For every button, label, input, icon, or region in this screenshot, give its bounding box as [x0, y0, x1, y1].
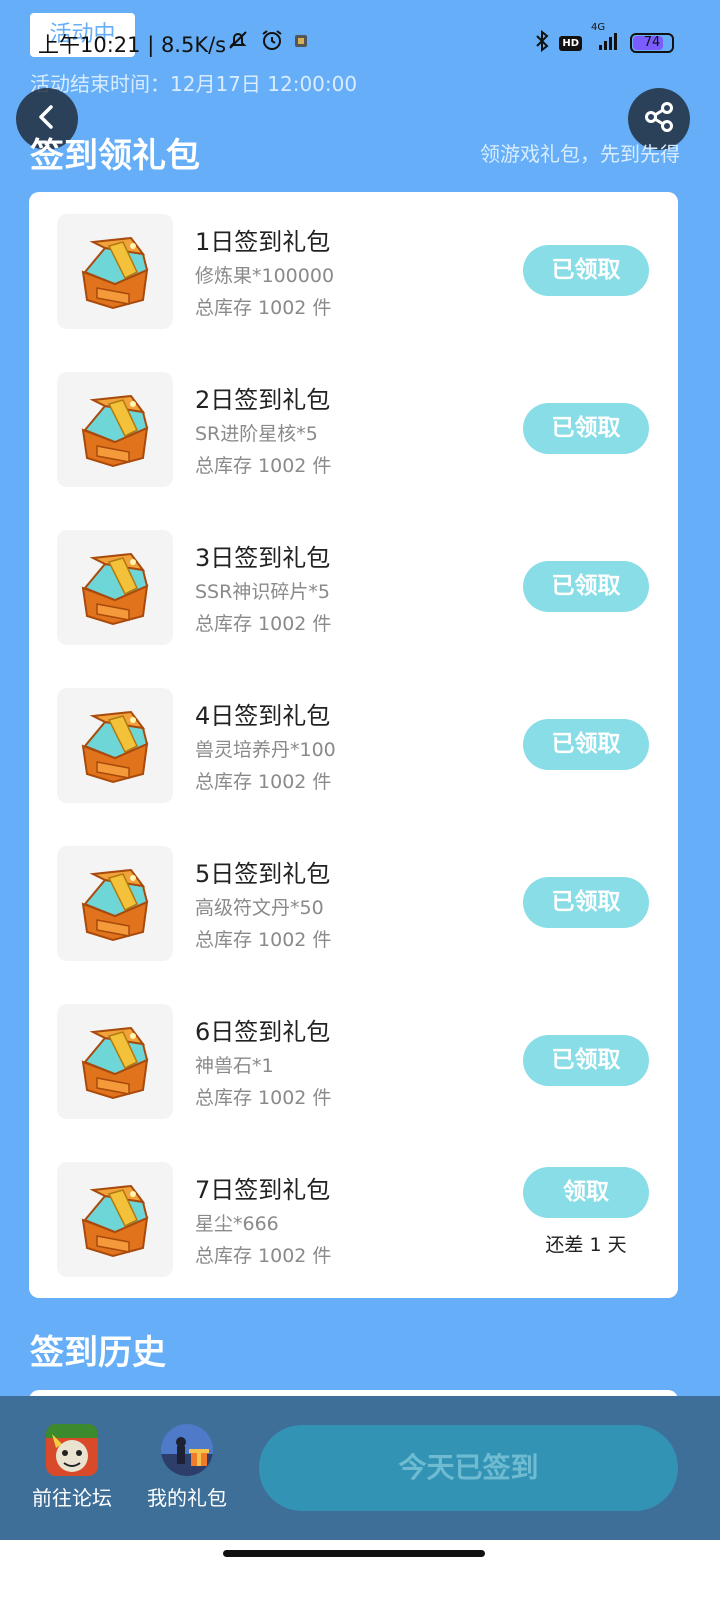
treasure-chest-icon — [57, 1162, 173, 1277]
my-gifts-label: 我的礼包 — [147, 1486, 227, 1510]
bluetooth-icon — [534, 29, 550, 56]
status-icons-left — [226, 28, 308, 56]
gift-item-day5: 5日签到礼包 高级符文丹*50 总库存 1002 件 已领取 — [29, 824, 678, 982]
gift-list: 1日签到礼包 修炼果*100000 总库存 1002 件 已领取 2日签到礼包 … — [29, 192, 678, 1298]
gift-desc: SSR神识碎片*5 — [195, 581, 330, 603]
gift-name: 4日签到礼包 — [195, 702, 331, 730]
treasure-chest-icon — [57, 1004, 173, 1119]
battery-text: 74 — [643, 35, 661, 50]
claimed-button[interactable]: 已领取 — [523, 877, 649, 928]
gift-stock: 总库存 1002 件 — [195, 1087, 332, 1109]
network-type: 4G — [591, 22, 606, 33]
activity-end-time: 活动结束时间：12月17日 12:00:00 — [30, 72, 358, 96]
gift-stock: 总库存 1002 件 — [195, 297, 332, 319]
battery-icon: 74 — [630, 33, 674, 53]
gift-stock: 总库存 1002 件 — [195, 455, 332, 477]
gift-item-day3: 3日签到礼包 SSR神识碎片*5 总库存 1002 件 已领取 — [29, 508, 678, 666]
signin-history-title: 签到历史 — [30, 1333, 166, 1373]
gift-item-day7: 7日签到礼包 星尘*666 总库存 1002 件 领取 还差 1 天 — [29, 1140, 678, 1298]
forum-game-icon — [46, 1424, 98, 1476]
slogan: 领游戏礼包，先到先得 — [480, 142, 680, 166]
gift-name: 6日签到礼包 — [195, 1018, 331, 1046]
gift-item-day4: 4日签到礼包 兽灵培养丹*100 总库存 1002 件 已领取 — [29, 666, 678, 824]
gift-name: 1日签到礼包 — [195, 228, 331, 256]
gift-stock: 总库存 1002 件 — [195, 771, 332, 793]
claim-button[interactable]: 领取 — [523, 1167, 649, 1218]
treasure-chest-icon — [57, 530, 173, 645]
claimed-button[interactable]: 已领取 — [523, 719, 649, 770]
gift-desc: SR进阶星核*5 — [195, 423, 318, 445]
claimed-button[interactable]: 已领取 — [523, 403, 649, 454]
days-remaining-note: 还差 1 天 — [545, 1234, 627, 1256]
gift-desc: 神兽石*1 — [195, 1055, 274, 1077]
gift-item-day1: 1日签到礼包 修炼果*100000 总库存 1002 件 已领取 — [29, 192, 678, 350]
gift-item-day2: 2日签到礼包 SR进阶星核*5 总库存 1002 件 已领取 — [29, 350, 678, 508]
gift-desc: 星尘*666 — [195, 1213, 279, 1235]
treasure-chest-icon — [57, 846, 173, 961]
forum-label: 前往论坛 — [32, 1486, 112, 1510]
gift-desc: 修炼果*100000 — [195, 265, 335, 287]
app-notification-icon — [294, 33, 308, 52]
alarm-icon — [260, 28, 284, 56]
treasure-chest-icon — [57, 372, 173, 487]
gift-name: 3日签到礼包 — [195, 544, 331, 572]
my-gifts-icon — [161, 1424, 213, 1476]
gift-desc: 高级符文丹*50 — [195, 897, 324, 919]
gift-name: 2日签到礼包 — [195, 386, 331, 414]
claimed-button[interactable]: 已领取 — [523, 1035, 649, 1086]
home-indicator[interactable] — [223, 1550, 485, 1557]
treasure-chest-icon — [57, 688, 173, 803]
signin-gift-title: 签到领礼包 — [30, 136, 200, 176]
gift-name: 7日签到礼包 — [195, 1176, 331, 1204]
gift-stock: 总库存 1002 件 — [195, 1245, 332, 1267]
signal-icon: 4G — [591, 22, 621, 56]
gift-stock: 总库存 1002 件 — [195, 613, 332, 635]
share-icon — [642, 100, 676, 138]
signed-today-button[interactable]: 今天已签到 — [259, 1425, 678, 1511]
system-nav-area — [0, 1540, 720, 1600]
treasure-chest-icon — [57, 214, 173, 329]
claimed-button[interactable]: 已领取 — [523, 561, 649, 612]
status-time: 上午10:21 | 8.5K/s — [38, 33, 227, 57]
status-icons-right: HD 4G 74 — [534, 22, 674, 56]
forum-link[interactable]: 前往论坛 — [22, 1424, 122, 1511]
hd-icon: HD — [559, 35, 582, 51]
my-gifts-link[interactable]: 我的礼包 — [137, 1424, 237, 1511]
claimed-button[interactable]: 已领取 — [523, 245, 649, 296]
gift-stock: 总库存 1002 件 — [195, 929, 332, 951]
gift-item-day6: 6日签到礼包 神兽石*1 总库存 1002 件 已领取 — [29, 982, 678, 1140]
gift-name: 5日签到礼包 — [195, 860, 331, 888]
gift-desc: 兽灵培养丹*100 — [195, 739, 336, 761]
mute-bell-icon — [226, 28, 250, 56]
bottom-bar: 前往论坛 我的礼包 今天已签到 — [0, 1396, 720, 1540]
